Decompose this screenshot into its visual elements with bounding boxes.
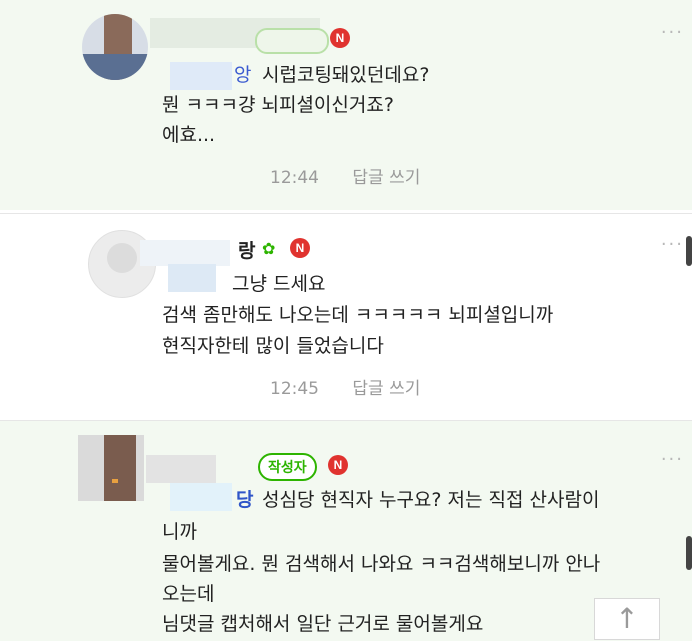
timestamp: 12:44 — [270, 168, 319, 188]
comment-meta: 12:44 답글 쓰기 — [270, 163, 420, 188]
comment-line: 성심당 현직자 누구요? 저는 직접 산사람이 — [262, 489, 600, 511]
nickname-blur — [255, 28, 329, 54]
comment-line: 니까 — [162, 521, 197, 543]
comment-line: 오는데 — [162, 583, 215, 605]
comment-line: 현직자한테 많이 들었습니다 — [162, 335, 384, 357]
comment-line: 그냥 드세요 — [232, 273, 326, 295]
n-badge-icon: N — [328, 455, 348, 475]
more-options-icon[interactable]: ··· — [661, 234, 684, 255]
nick-fragment: 랑 — [238, 240, 256, 262]
scroll-to-top-button[interactable]: ↑ — [594, 598, 660, 640]
more-options-icon[interactable]: ··· — [661, 449, 684, 470]
comment-3: 작성자 N ··· 당 성심당 현직자 누구요? 저는 직접 산사람이 니까 물… — [0, 420, 692, 641]
comment-meta: 12:45 답글 쓰기 — [270, 374, 420, 399]
sprout-icon: ✿ — [262, 239, 276, 258]
comment-2: 랑 ✿ N ··· 그냥 드세요 검색 좀만해도 나오는데 ㅋㅋㅋㅋㅋ 뇌피셜입… — [0, 213, 692, 419]
scrollbar[interactable] — [686, 236, 692, 266]
nick-fragment: 앙 — [234, 64, 252, 86]
reply-button[interactable]: 답글 쓰기 — [352, 168, 420, 188]
nick-fragment: 당 — [236, 489, 254, 511]
comment-1: N ··· 앙 시럽코팅돼있던데요? 뭔 ㅋㅋㅋ걍 뇌피셜이신거죠? 에효...… — [0, 0, 692, 210]
more-options-icon[interactable]: ··· — [661, 22, 684, 43]
n-badge-icon: N — [290, 238, 310, 258]
reply-button[interactable]: 답글 쓰기 — [352, 379, 420, 399]
arrow-up-icon: ↑ — [615, 602, 639, 635]
n-badge-icon: N — [330, 28, 350, 48]
nickname-blur — [140, 240, 230, 266]
comment-line: 뭔 ㅋㅋㅋ걍 뇌피셜이신거죠? — [162, 94, 394, 116]
avatar[interactable] — [78, 435, 144, 501]
author-badge: 작성자 — [258, 453, 317, 481]
comment-line: 시럽코팅돼있던데요? — [262, 64, 430, 86]
nickname-blur — [146, 455, 216, 483]
comment-line: 에효... — [162, 124, 216, 146]
comment-line: 님댓글 캡처해서 일단 근거로 물어볼게요 — [162, 613, 484, 635]
comment-line: 검색 좀만해도 나오는데 ㅋㅋㅋㅋㅋ 뇌피셜입니까 — [162, 304, 554, 326]
avatar[interactable] — [82, 14, 148, 80]
nickname-blur — [168, 264, 216, 292]
scrollbar[interactable] — [686, 536, 692, 570]
timestamp: 12:45 — [270, 379, 319, 399]
comment-line: 물어볼게요. 뭔 검색해서 나와요 ㅋㅋ검색해보니까 안나 — [162, 553, 601, 575]
nickname-blur — [170, 62, 232, 90]
nickname-blur — [170, 483, 232, 511]
